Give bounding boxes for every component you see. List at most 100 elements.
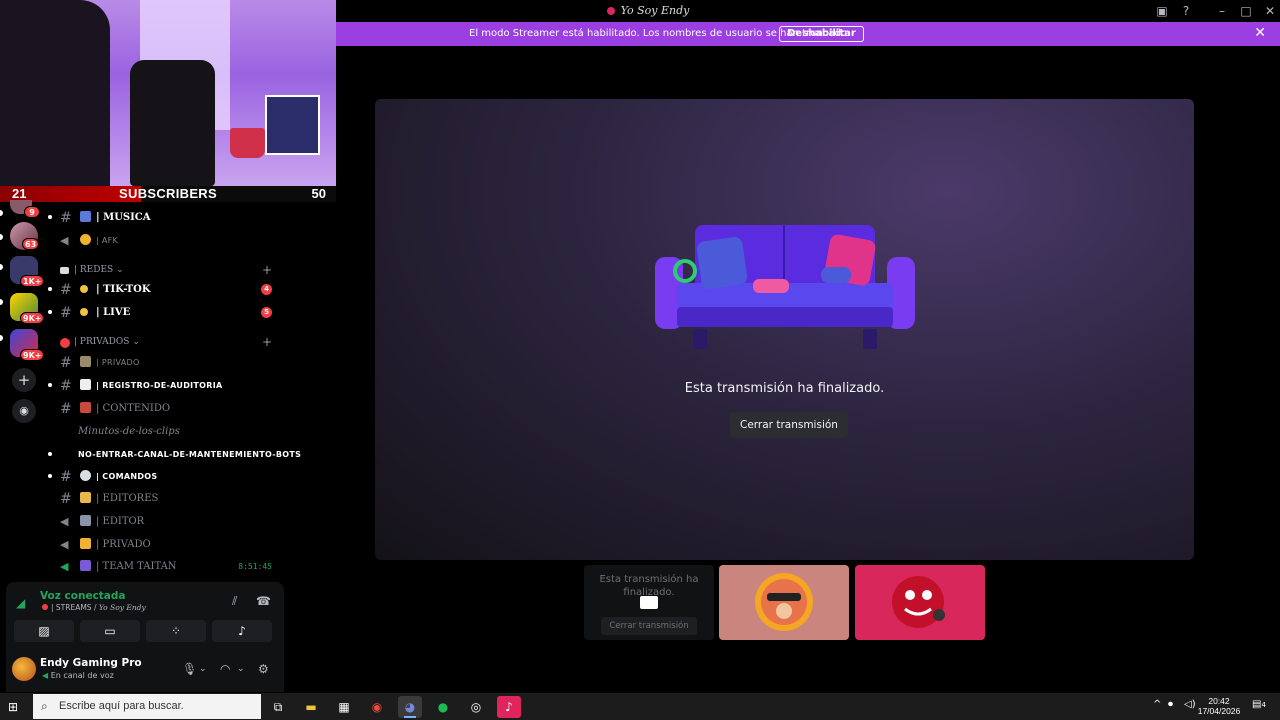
- taskbar-clock[interactable]: 20:42 17/04/2026: [1196, 696, 1242, 716]
- screen: 21 SUBSCRIBERS 50 Yo Soy Endy ▣ ? – □ ✕ …: [0, 0, 1280, 720]
- soundboard-button[interactable]: ♪: [212, 620, 272, 642]
- voice-channel-afk[interactable]: ◀ | AFK: [58, 230, 284, 250]
- channel-musica[interactable]: # | MUSICA: [48, 207, 284, 227]
- sparkles-icon: [80, 308, 88, 316]
- server-unread-pip: [0, 264, 3, 270]
- inbox-icon[interactable]: ▣: [1154, 3, 1170, 19]
- help-icon[interactable]: ?: [1178, 3, 1194, 19]
- explore-servers-icon[interactable]: ◉: [12, 399, 36, 423]
- document-icon: [80, 379, 91, 390]
- unread-dot: [48, 287, 52, 291]
- channel-name: | REGISTRO-DE-AUDITORIA: [96, 381, 223, 390]
- task-view-icon[interactable]: ⧉: [266, 696, 290, 718]
- monitor-icon: [640, 596, 658, 609]
- voice-channel-editor[interactable]: ◀ | EDITOR: [58, 511, 284, 531]
- subscriber-bar: 21 SUBSCRIBERS 50: [0, 186, 336, 202]
- activities-button[interactable]: ⁘: [146, 620, 206, 642]
- headphones-icon[interactable]: ◠: [220, 662, 230, 676]
- maximize-button[interactable]: □: [1238, 3, 1254, 19]
- voice-status-icon: ◀: [42, 671, 49, 680]
- window-title-text: Yo Soy Endy: [620, 4, 690, 17]
- share-screen-button[interactable]: ▭: [80, 620, 140, 642]
- discord-icon[interactable]: ◕: [398, 696, 422, 718]
- close-stream-button[interactable]: Cerrar transmisión: [730, 412, 848, 438]
- file-explorer-icon[interactable]: ▬: [299, 696, 323, 718]
- tiktok-icon[interactable]: ♪: [497, 696, 521, 718]
- no-entry-icon: [60, 338, 70, 348]
- close-window-button[interactable]: ✕: [1262, 3, 1278, 19]
- create-channel-icon[interactable]: +: [262, 335, 272, 349]
- title-bar: Yo Soy Endy ▣ ? – □ ✕: [336, 0, 1280, 22]
- channel-comandos[interactable]: # | COMANDOS: [48, 466, 284, 486]
- voice-channel-privado[interactable]: ◀ | PRIVADO: [58, 534, 284, 554]
- channel-editores[interactable]: # | EDITORES: [58, 488, 284, 508]
- channel-name: | LIVE: [96, 307, 131, 318]
- channel-registro-de-auditoria[interactable]: # | REGISTRO-DE-AUDITORIA: [48, 375, 284, 395]
- text-channel-icon: #: [60, 469, 72, 485]
- webcam-chair: [130, 60, 215, 186]
- notifications-icon[interactable]: ▤4: [1252, 699, 1266, 710]
- channel-name: | COMANDOS: [96, 472, 158, 481]
- create-channel-icon[interactable]: +: [262, 263, 272, 277]
- voice-channel-team-taitan[interactable]: ◀ | TEAM TAITAN 8:51:45: [58, 556, 284, 576]
- speaker-icon: ◀: [60, 560, 69, 573]
- text-channel-icon: #: [60, 378, 72, 394]
- category-privados[interactable]: | PRIVADOS ⌄ +: [58, 335, 284, 351]
- voice-channel-label: | STREAMS /: [51, 603, 97, 612]
- disconnect-icon[interactable]: ☎: [256, 594, 271, 608]
- text-channel-icon: #: [60, 282, 72, 298]
- volume-icon[interactable]: ◁): [1184, 699, 1196, 710]
- windows-start-icon[interactable]: ⊞: [8, 700, 18, 714]
- participant-tile[interactable]: [719, 565, 849, 640]
- participant-avatar: [755, 573, 813, 631]
- search-placeholder: Escribe aquí para buscar.: [59, 700, 184, 712]
- megaphone-icon: [60, 267, 69, 274]
- voice-server-label: Yo Soy Endy: [98, 603, 146, 612]
- webcam-box: [265, 95, 320, 155]
- username[interactable]: Endy Gaming Pro: [40, 657, 142, 669]
- windows-taskbar: ⊞ ⌕ Escribe aquí para buscar. ⧉ ▬ ▦ ◉ ◕ …: [0, 693, 1280, 720]
- window-title: Yo Soy Endy: [336, 4, 960, 17]
- spotify-icon[interactable]: ●: [431, 696, 455, 718]
- chrome-icon[interactable]: ◉: [365, 696, 389, 718]
- tile-close-stream-button[interactable]: Cerrar transmisión: [601, 617, 697, 635]
- channel-tik-tok[interactable]: # | TIK-TOK 4: [48, 279, 284, 299]
- channel-name: | EDITORES: [96, 493, 159, 504]
- store-icon[interactable]: ▦: [332, 696, 356, 718]
- speaker-icon: ◀: [60, 234, 69, 247]
- noise-suppression-icon[interactable]: ⫽: [232, 594, 237, 609]
- voice-status[interactable]: Voz conectada: [40, 590, 126, 602]
- camera-off-button[interactable]: ▨: [14, 620, 74, 642]
- taskbar-search-box[interactable]: ⌕ Escribe aquí para buscar.: [33, 694, 261, 719]
- sparkles-icon: [80, 285, 88, 293]
- channel-minutos-de-los-clips[interactable]: Minutos-de-los-clips: [58, 421, 284, 441]
- stream-tile-ended[interactable]: Esta transmisión ha finalizado. Cerrar t…: [584, 565, 714, 640]
- channel-live[interactable]: # | LIVE 5: [48, 302, 284, 322]
- category-redes[interactable]: | REDES ⌄ +: [58, 263, 284, 279]
- notification-count: 4: [1261, 701, 1266, 709]
- signal-icon[interactable]: ◢: [16, 596, 25, 610]
- add-server-icon[interactable]: +: [12, 368, 36, 392]
- tray-chevron-icon[interactable]: ^: [1153, 699, 1161, 710]
- microphone-icon[interactable]: 🎙︎: [182, 662, 197, 676]
- picture-icon: [80, 492, 91, 503]
- participant-tile[interactable]: [855, 565, 985, 640]
- mic-options-chevron-icon[interactable]: ⌄: [199, 664, 207, 674]
- audio-options-chevron-icon[interactable]: ⌄: [237, 664, 245, 674]
- avatar[interactable]: [12, 657, 36, 681]
- channel-name: | EDITOR: [96, 516, 145, 527]
- disable-streamer-mode-button[interactable]: Deshabilitar: [779, 26, 864, 42]
- settings-gear-icon[interactable]: ⚙: [258, 662, 269, 676]
- channel-name: | PRIVADO: [96, 358, 140, 367]
- voice-location[interactable]: | STREAMS / Yo Soy Endy: [42, 603, 146, 612]
- minimize-button[interactable]: –: [1214, 3, 1230, 19]
- tray-mic-icon[interactable]: ⏺: [1168, 699, 1173, 710]
- server-unread-pip: [0, 335, 3, 341]
- channel-no-entrar[interactable]: NO-ENTRAR-CANAL-DE-MANTENEMIENTO-BOTS: [48, 444, 301, 464]
- channel-contenido[interactable]: # | CONTENIDO: [58, 398, 284, 418]
- close-banner-icon[interactable]: ✕: [1254, 25, 1266, 41]
- text-channel-icon: #: [60, 305, 72, 321]
- obs-icon[interactable]: ◎: [464, 696, 488, 718]
- speaker-icon: ◀: [60, 515, 69, 528]
- channel-privado[interactable]: # | PRIVADO: [58, 352, 284, 372]
